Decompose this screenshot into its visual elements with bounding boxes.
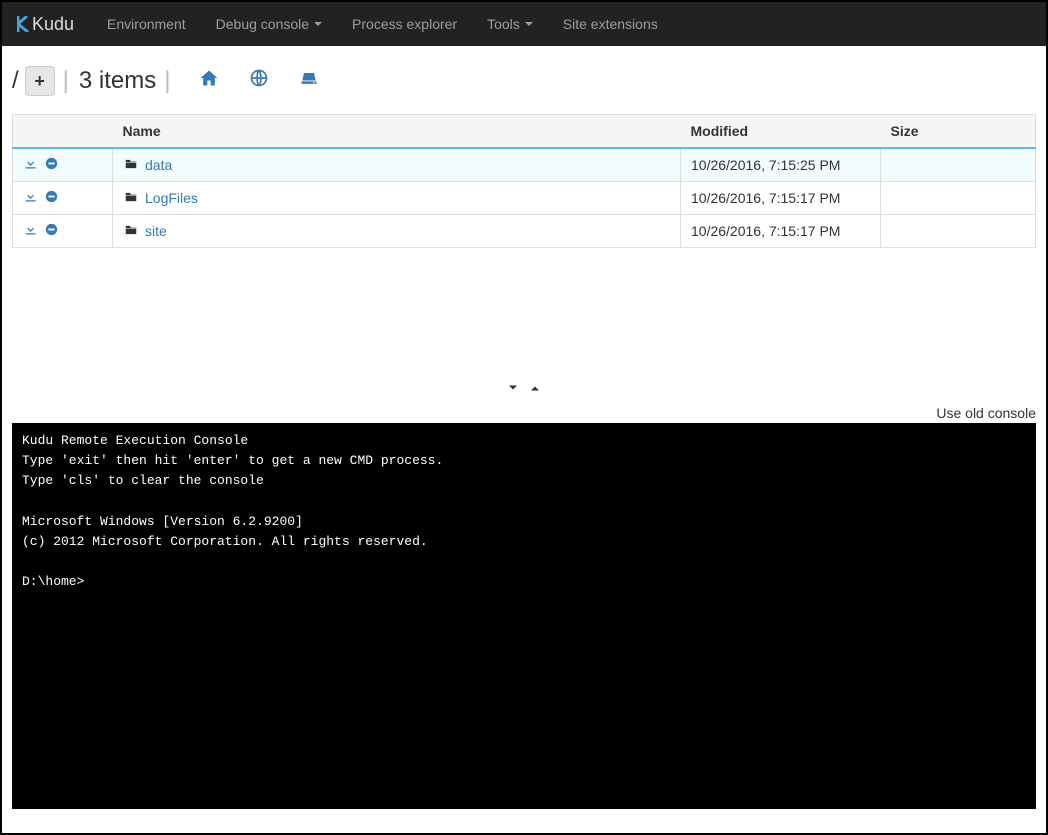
download-icon[interactable] bbox=[23, 222, 38, 240]
file-name: data bbox=[145, 157, 172, 173]
console-line: (c) 2012 Microsoft Corporation. All righ… bbox=[22, 534, 428, 549]
table-row[interactable]: data 10/26/2016, 7:15:25 PM bbox=[13, 148, 1036, 182]
item-count: 3 items bbox=[79, 67, 156, 95]
download-icon[interactable] bbox=[23, 189, 38, 207]
folder-link[interactable]: LogFiles bbox=[123, 190, 198, 207]
breadcrumb-root[interactable]: / bbox=[12, 67, 19, 95]
file-modified: 10/26/2016, 7:15:17 PM bbox=[681, 215, 881, 248]
brand-text: Kudu bbox=[32, 14, 74, 35]
col-modified-header[interactable]: Modified bbox=[681, 115, 881, 149]
nav-environment[interactable]: Environment bbox=[92, 4, 201, 44]
chevron-down-icon[interactable] bbox=[505, 378, 521, 399]
delete-icon[interactable] bbox=[44, 189, 59, 207]
file-name: LogFiles bbox=[145, 190, 198, 206]
table-row[interactable]: LogFiles 10/26/2016, 7:15:17 PM bbox=[13, 182, 1036, 215]
add-button[interactable]: + bbox=[25, 66, 55, 96]
kudu-logo-icon bbox=[17, 16, 30, 32]
download-icon[interactable] bbox=[23, 156, 38, 174]
file-table: Name Modified Size data 10/26/2016, 7:15… bbox=[12, 114, 1036, 248]
delete-icon[interactable] bbox=[44, 156, 59, 174]
console-line: Kudu Remote Execution Console bbox=[22, 433, 248, 448]
brand[interactable]: Kudu bbox=[17, 14, 74, 35]
use-old-console-link[interactable]: Use old console bbox=[936, 405, 1036, 421]
folder-icon bbox=[123, 157, 139, 174]
nav-debug-console[interactable]: Debug console bbox=[201, 4, 337, 44]
folder-link[interactable]: site bbox=[123, 223, 167, 240]
nav-list: Environment Debug console Process explor… bbox=[92, 4, 673, 44]
col-actions-header bbox=[13, 115, 113, 149]
caret-icon bbox=[525, 22, 533, 26]
file-size bbox=[881, 215, 1036, 248]
chevron-up-icon[interactable] bbox=[527, 378, 543, 399]
console-resize-row bbox=[2, 368, 1046, 403]
separator: | bbox=[164, 67, 170, 95]
file-size bbox=[881, 148, 1036, 182]
breadcrumb-row: / + | 3 items | bbox=[2, 46, 1046, 114]
caret-icon bbox=[314, 22, 322, 26]
nav-tools[interactable]: Tools bbox=[472, 4, 548, 44]
console-line: Type 'cls' to clear the console bbox=[22, 473, 264, 488]
nav-site-extensions[interactable]: Site extensions bbox=[548, 4, 673, 44]
home-icon[interactable] bbox=[199, 67, 219, 95]
table-row[interactable]: site 10/26/2016, 7:15:17 PM bbox=[13, 215, 1036, 248]
old-console-row: Use old console bbox=[2, 403, 1046, 423]
nav-process-explorer[interactable]: Process explorer bbox=[337, 4, 472, 44]
folder-icon bbox=[123, 223, 139, 240]
console[interactable]: Kudu Remote Execution Console Type 'exit… bbox=[12, 423, 1036, 809]
col-name-header[interactable]: Name bbox=[113, 115, 681, 149]
folder-link[interactable]: data bbox=[123, 157, 172, 174]
console-prompt: D:\home> bbox=[22, 572, 84, 592]
disk-icon[interactable] bbox=[299, 67, 319, 95]
navbar: Kudu Environment Debug console Process e… bbox=[2, 2, 1046, 46]
separator: | bbox=[63, 67, 69, 95]
globe-icon[interactable] bbox=[249, 67, 269, 95]
folder-icon bbox=[123, 190, 139, 207]
file-modified: 10/26/2016, 7:15:25 PM bbox=[681, 148, 881, 182]
file-modified: 10/26/2016, 7:15:17 PM bbox=[681, 182, 881, 215]
console-line: Microsoft Windows [Version 6.2.9200] bbox=[22, 514, 303, 529]
console-line: Type 'exit' then hit 'enter' to get a ne… bbox=[22, 453, 443, 468]
delete-icon[interactable] bbox=[44, 222, 59, 240]
file-name: site bbox=[145, 223, 167, 239]
col-size-header[interactable]: Size bbox=[881, 115, 1036, 149]
file-size bbox=[881, 182, 1036, 215]
